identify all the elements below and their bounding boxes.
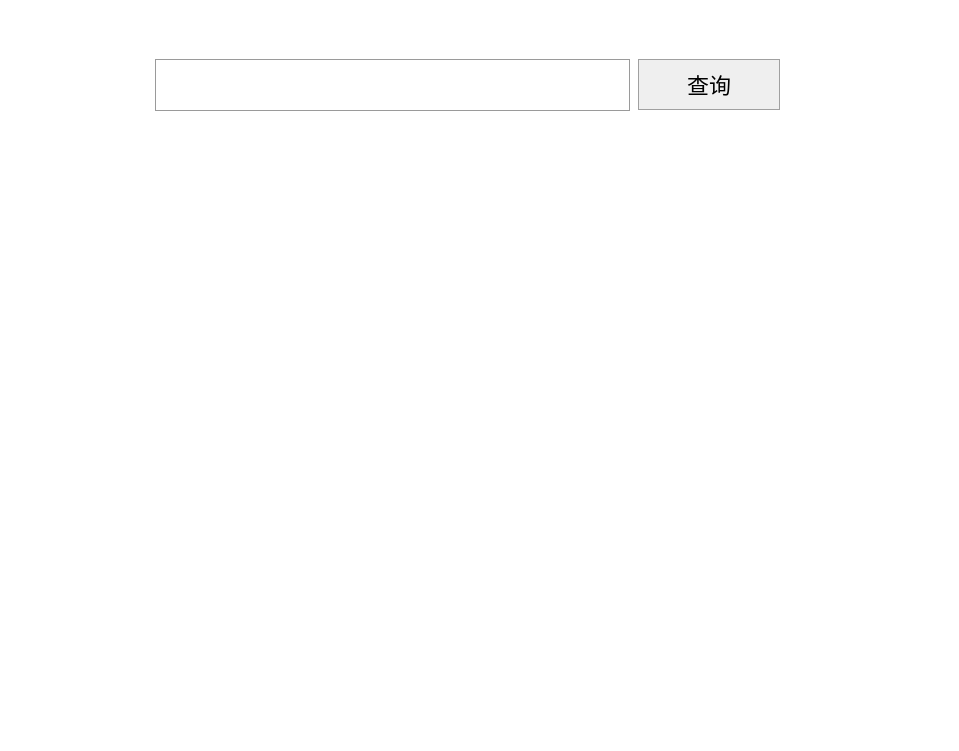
search-container: 查询 [0, 0, 959, 111]
query-button[interactable]: 查询 [638, 59, 780, 110]
search-input[interactable] [155, 59, 630, 111]
